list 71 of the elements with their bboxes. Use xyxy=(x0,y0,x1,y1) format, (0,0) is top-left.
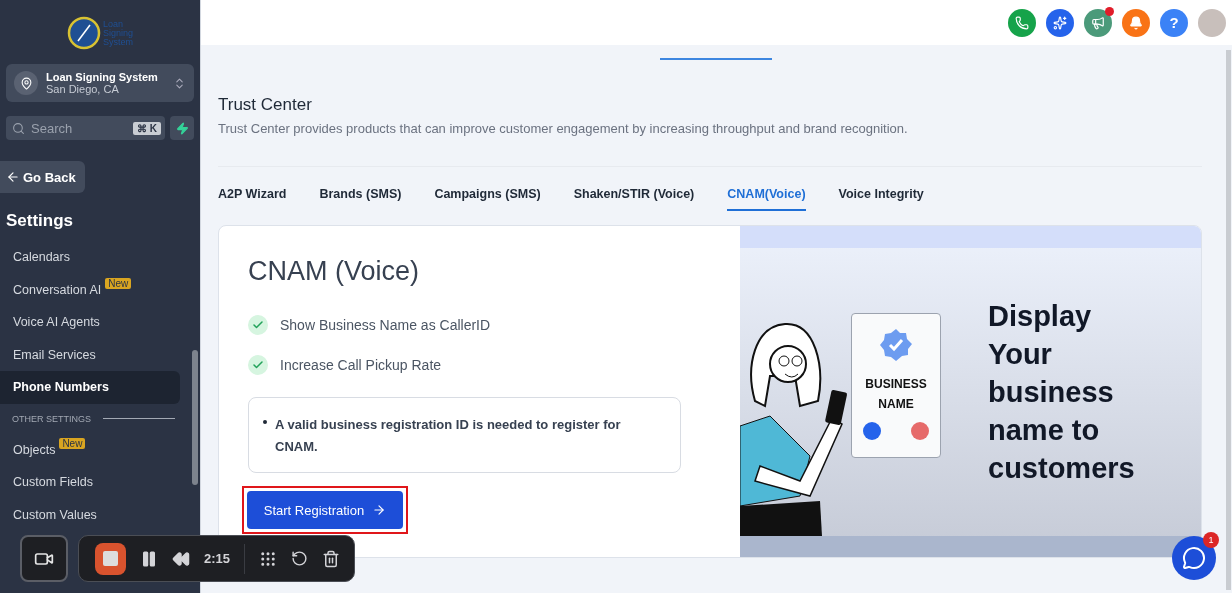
pause-button[interactable] xyxy=(140,549,158,568)
search-field[interactable]: Search ⌘ K xyxy=(6,116,165,140)
tab[interactable]: CNAM(Voice) xyxy=(727,187,806,211)
location-address: San Diego, CA xyxy=(46,83,120,95)
verified-badge-icon xyxy=(879,327,913,362)
new-badge: New xyxy=(105,277,132,289)
sidebar-item[interactable]: Voice AI Agents xyxy=(0,306,180,339)
check-icon xyxy=(248,315,268,335)
tab[interactable]: Voice Integrity xyxy=(838,187,924,211)
search-icon xyxy=(12,121,25,135)
section-heading: OTHER SETTINGS xyxy=(12,413,91,424)
logo-text: Loan xyxy=(103,19,124,29)
sidebar-item[interactable]: Custom Fields xyxy=(0,466,180,499)
card-title: CNAM (Voice) xyxy=(248,256,421,287)
decline-call-icon xyxy=(911,421,929,440)
shortcut-key: ⌘ K xyxy=(133,121,161,135)
promo-heading: Display Your business name to customers xyxy=(988,298,1136,486)
phone-button[interactable] xyxy=(1008,8,1036,37)
megaphone-icon xyxy=(1091,15,1105,30)
scrollbar[interactable] xyxy=(1226,50,1231,590)
location-icon xyxy=(19,76,33,90)
delete-button[interactable] xyxy=(322,549,340,568)
sidebar-item[interactable]: Email Services xyxy=(0,338,180,371)
rewind-button[interactable] xyxy=(172,549,190,568)
help-button[interactable]: ? xyxy=(1160,8,1188,37)
arrow-right-icon xyxy=(372,503,387,517)
sidebar-item[interactable]: Custom Values xyxy=(0,498,180,531)
chat-icon xyxy=(1182,546,1206,570)
search-input[interactable]: Search xyxy=(29,119,129,137)
grid-button[interactable] xyxy=(259,549,277,568)
location-name: Loan Signing System xyxy=(46,71,159,83)
check-icon xyxy=(248,355,268,375)
sparkle-button[interactable] xyxy=(1046,8,1074,37)
business-name-text: BUSINESS NAME xyxy=(864,375,928,413)
bullet-icon xyxy=(263,420,267,424)
sparkle-icon xyxy=(1053,15,1067,30)
page-description: Trust Center provides products that can improve customer engagement by increasing throughput and brand recognition. xyxy=(218,121,909,136)
bell-button[interactable] xyxy=(1122,8,1150,37)
lightning-icon xyxy=(175,121,189,135)
accept-call-icon xyxy=(863,421,881,440)
sidebar-item[interactable]: Objects New xyxy=(0,433,180,466)
scrollbar[interactable] xyxy=(192,350,198,485)
feature-text: Increase Call Pickup Rate xyxy=(280,357,442,373)
page-title: Trust Center xyxy=(218,95,313,115)
restart-button[interactable] xyxy=(291,550,308,567)
sidebar-item[interactable]: Calendars xyxy=(0,241,180,274)
stop-button[interactable] xyxy=(95,542,126,575)
logo-icon xyxy=(67,16,101,50)
notification-count: 1 xyxy=(1203,532,1219,548)
recording-time: 2:15 xyxy=(204,551,231,566)
note-text: A valid business registration ID is needed to register for CNAM. xyxy=(275,416,622,456)
phone-icon xyxy=(1015,15,1029,30)
quick-action-button[interactable] xyxy=(170,116,194,140)
go-back-button[interactable]: Go Back xyxy=(0,161,85,193)
tab[interactable]: Shaken/STIR (Voice) xyxy=(573,187,695,211)
settings-title: Settings xyxy=(6,211,75,231)
megaphone-button[interactable] xyxy=(1084,8,1112,37)
feature-text: Show Business Name as CallerID xyxy=(280,317,491,333)
sidebar-item[interactable]: Conversation AI New xyxy=(0,273,180,306)
location-switcher[interactable]: Loan Signing System San Diego, CA xyxy=(6,64,194,102)
tab[interactable]: Brands (SMS) xyxy=(319,187,402,211)
logo-text: System xyxy=(103,37,133,47)
camera-button[interactable] xyxy=(20,535,68,582)
sidebar-item[interactable]: Phone Numbers xyxy=(0,371,180,404)
bell-icon xyxy=(1129,15,1143,30)
new-badge: New xyxy=(59,437,86,449)
tab[interactable]: A2P Wizard xyxy=(218,187,287,211)
logo-text: Signing xyxy=(103,28,133,38)
start-registration-button[interactable]: Start Registration xyxy=(247,491,403,529)
tab[interactable]: Campaigns (SMS) xyxy=(434,187,541,211)
chevrons-icon xyxy=(173,76,186,90)
